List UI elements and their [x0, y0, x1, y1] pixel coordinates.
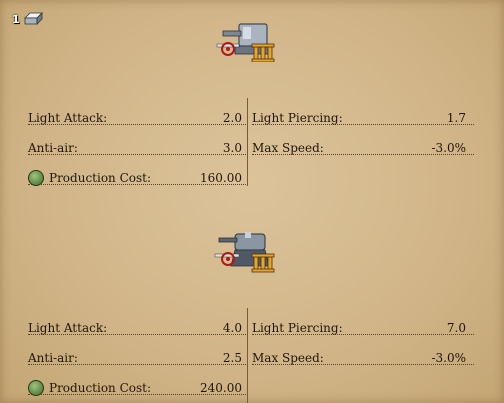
- module-card-2[interactable]: Light Attack: 4.0 Light Piercing: 7.0 An…: [0, 200, 504, 403]
- tier-badge: [251, 43, 275, 62]
- stat-label: Max Speed:: [252, 141, 324, 155]
- naval-gun-turret-icon: [216, 23, 275, 62]
- stat-label: Production Cost:: [49, 381, 152, 395]
- stat-light-piercing: Light Piercing: 7.0: [252, 320, 474, 336]
- production-cost-icon: [28, 379, 44, 396]
- column-divider: [247, 98, 248, 186]
- stat-value: 1.7: [446, 111, 466, 125]
- stat-label: Light Piercing:: [252, 321, 343, 335]
- stat-value: -3.0%: [431, 141, 466, 155]
- stat-production-cost: Production Cost: 160.00: [28, 169, 246, 186]
- stat-label: Anti-air:: [28, 351, 78, 365]
- tier-badge: [251, 253, 275, 273]
- module-card-1[interactable]: Light Attack: 2.0 Light Piercing: 1.7 An…: [0, 0, 504, 200]
- anti-air-gun-mount-icon: [214, 232, 275, 273]
- stat-value: 2.0: [222, 111, 242, 125]
- stat-value: -3.0%: [431, 351, 466, 365]
- column-divider: [247, 308, 248, 403]
- stat-max-speed: Max Speed: -3.0%: [252, 350, 474, 366]
- stat-label: Production Cost:: [49, 171, 152, 185]
- stat-max-speed: Max Speed: -3.0%: [252, 140, 474, 156]
- stat-value: 4.0: [222, 321, 242, 335]
- stat-label: Max Speed:: [252, 351, 324, 365]
- stat-anti-air: Anti-air: 2.5: [28, 350, 246, 366]
- stat-light-attack: Light Attack: 2.0: [28, 110, 246, 126]
- stat-value: 2.5: [222, 351, 242, 365]
- stat-label: Anti-air:: [28, 141, 78, 155]
- stat-value: 240.00: [200, 381, 242, 395]
- stat-anti-air: Anti-air: 3.0: [28, 140, 246, 156]
- stat-value: 3.0: [222, 141, 242, 155]
- stat-label: Light Attack:: [28, 111, 108, 125]
- stat-label: Light Attack:: [28, 321, 108, 335]
- stat-light-piercing: Light Piercing: 1.7: [252, 110, 474, 126]
- stat-production-cost: Production Cost: 240.00: [28, 379, 246, 396]
- production-cost-icon: [28, 169, 44, 186]
- stat-value: 160.00: [200, 171, 242, 185]
- stat-label: Light Piercing:: [252, 111, 343, 125]
- stat-value: 7.0: [446, 321, 466, 335]
- stat-light-attack: Light Attack: 4.0: [28, 320, 246, 336]
